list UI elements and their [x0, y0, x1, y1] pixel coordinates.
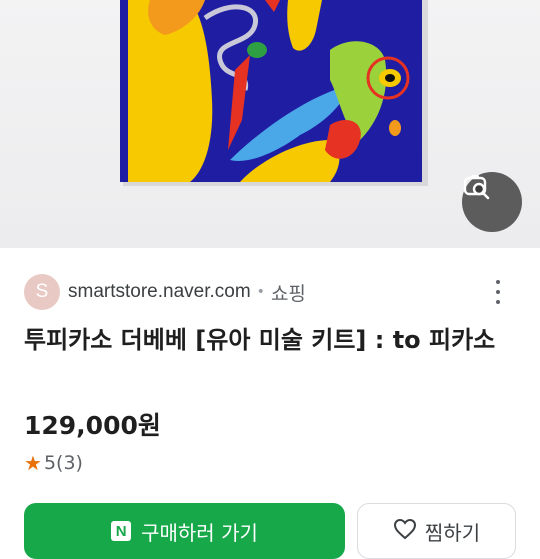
more-options-button[interactable]	[492, 280, 504, 304]
site-domain[interactable]: smartstore.naver.com	[68, 281, 251, 303]
result-category: 쇼핑	[270, 282, 306, 305]
buy-button[interactable]: N 구매하러 가기	[24, 503, 345, 559]
product-artwork-image[interactable]	[0, 0, 540, 248]
separator-dot: •	[256, 284, 265, 300]
heart-icon	[393, 518, 425, 545]
save-wishlist-button[interactable]: 찜하기	[357, 503, 516, 559]
result-source-row[interactable]: S smartstore.naver.com • 쇼핑	[24, 274, 524, 310]
rating-count: (3)	[56, 452, 83, 474]
rating-score: 5	[43, 452, 57, 474]
star-icon: ★	[24, 451, 42, 475]
product-title-link[interactable]: 투피카소 더베베 [유아 미술 키트] : to 피카소	[24, 322, 520, 359]
naver-icon: N	[111, 521, 132, 541]
more-vert-icon	[496, 280, 500, 284]
product-rating: ★ 5 (3)	[24, 451, 83, 475]
save-button-label: 찜하기	[424, 520, 481, 545]
buy-button-label: 구매하러 가기	[141, 520, 258, 545]
product-price: 129,000원	[24, 411, 161, 440]
favicon-letter: S	[35, 281, 49, 302]
site-favicon: S	[24, 274, 60, 310]
image-search-button[interactable]	[462, 172, 522, 232]
product-image-area[interactable]	[0, 0, 540, 248]
